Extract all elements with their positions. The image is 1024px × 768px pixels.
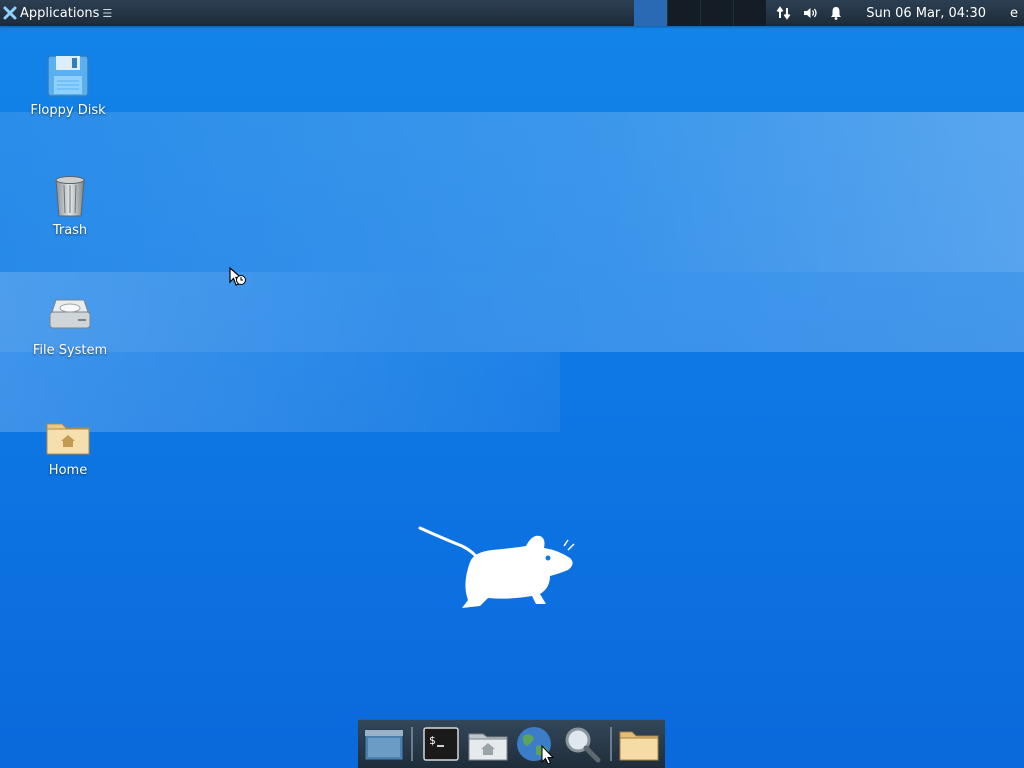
- workspace-3[interactable]: [700, 0, 734, 26]
- dock-terminal-button[interactable]: $: [419, 722, 462, 766]
- workspace-2[interactable]: [667, 0, 701, 26]
- svg-text:$: $: [429, 734, 436, 747]
- desktop-icon-file-system[interactable]: File System: [22, 292, 118, 358]
- dock-home-folder-button[interactable]: [466, 722, 509, 766]
- mouse-cursor-icon: [229, 266, 246, 286]
- volume-icon[interactable]: [802, 5, 818, 21]
- desktop-icon-label: Home: [48, 463, 88, 478]
- dock-show-desktop-button[interactable]: [362, 722, 405, 766]
- home-folder-icon: [46, 423, 90, 455]
- terminal-icon: $: [422, 727, 459, 761]
- workspace-4[interactable]: [733, 0, 767, 26]
- dock-folder-button[interactable]: [618, 722, 661, 766]
- floppy-disk-icon: [47, 55, 89, 97]
- desktop-icon-label: File System: [32, 343, 108, 358]
- hard-drive-icon: [49, 299, 91, 329]
- wallpaper-band: [0, 112, 1024, 272]
- desktop-icon-floppy-disk[interactable]: Floppy Disk: [20, 52, 116, 118]
- workspace-switcher: [634, 0, 767, 26]
- panel-tail-label[interactable]: e: [1010, 6, 1018, 21]
- desktop-icon-home[interactable]: Home: [20, 412, 116, 478]
- applications-menu-button[interactable]: Applications ☰: [0, 0, 112, 26]
- dock-search-button[interactable]: [561, 722, 604, 766]
- show-desktop-icon: [364, 729, 404, 761]
- panel-clock[interactable]: Sun 06 Mar, 04:30: [866, 6, 986, 21]
- search-icon: [565, 727, 601, 763]
- menu-arrow-icon: ☰: [102, 6, 113, 20]
- dock-panel: $: [358, 719, 665, 768]
- folder-icon: [619, 731, 659, 761]
- trash-icon: [55, 176, 85, 217]
- dock-web-browser-button[interactable]: [513, 722, 556, 766]
- workspace-1[interactable]: [634, 0, 668, 26]
- dock-separator: [609, 727, 612, 761]
- desktop-icon-trash[interactable]: Trash: [22, 172, 118, 238]
- applications-menu-label: Applications: [20, 5, 100, 21]
- notification-bell-icon[interactable]: [828, 5, 844, 21]
- desktop-icon-label: Trash: [52, 223, 88, 238]
- network-arrows-icon[interactable]: [776, 5, 792, 21]
- system-tray: Sun 06 Mar, 04:30 e: [776, 0, 1024, 26]
- wallpaper-band: [0, 272, 1024, 352]
- web-browser-icon: [517, 727, 555, 764]
- home-folder-icon: [468, 733, 508, 761]
- dock-separator: [411, 727, 414, 761]
- xfce-logo-icon: [3, 6, 17, 20]
- desktop-icon-label: Floppy Disk: [30, 103, 106, 118]
- top-panel: Applications ☰ Sun 06 Mar, 04:30 e: [0, 0, 1024, 26]
- xfce-mouse-logo: [418, 526, 575, 608]
